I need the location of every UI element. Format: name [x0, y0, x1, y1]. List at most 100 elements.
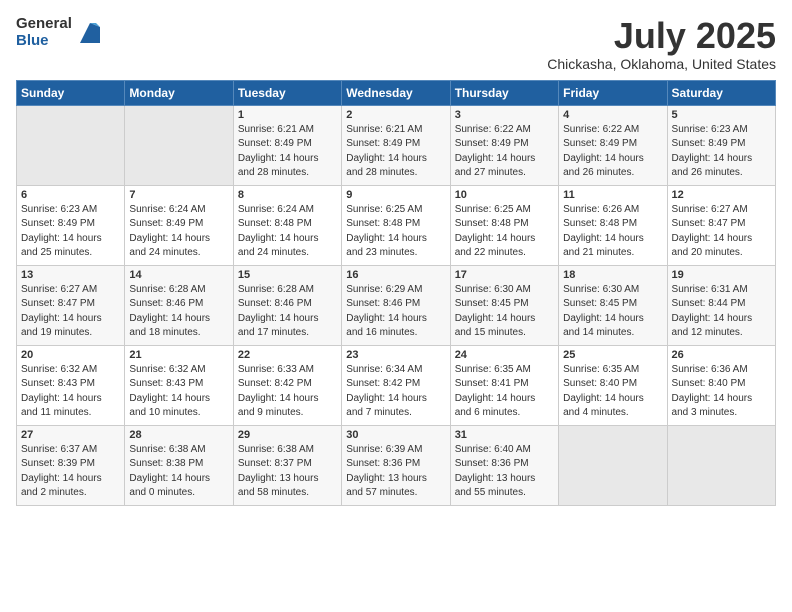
calendar-cell: 7 Sunrise: 6:24 AM Sunset: 8:49 PM Daylig…: [125, 185, 233, 265]
calendar-week-row: 6 Sunrise: 6:23 AM Sunset: 8:49 PM Daylig…: [17, 185, 776, 265]
day-number: 9: [346, 189, 445, 201]
title-block: July 2025 Chickasha, Oklahoma, United St…: [547, 16, 776, 72]
day-number: 3: [455, 109, 554, 121]
day-info: Sunrise: 6:34 AM Sunset: 8:42 PM Dayligh…: [346, 363, 445, 421]
day-number: 13: [21, 269, 120, 281]
day-number: 22: [238, 349, 337, 361]
day-info: Sunrise: 6:31 AM Sunset: 8:44 PM Dayligh…: [672, 283, 771, 341]
calendar-body: 1 Sunrise: 6:21 AM Sunset: 8:49 PM Daylig…: [17, 105, 776, 505]
day-number: 1: [238, 109, 337, 121]
day-number: 7: [129, 189, 228, 201]
weekday-header: Saturday: [667, 80, 775, 105]
calendar-cell: 17 Sunrise: 6:30 AM Sunset: 8:45 PM Dayli…: [450, 265, 558, 345]
calendar-container: General Blue July 2025 Chickasha, Oklaho…: [0, 0, 792, 518]
weekday-header: Tuesday: [233, 80, 341, 105]
calendar-cell: 8 Sunrise: 6:24 AM Sunset: 8:48 PM Daylig…: [233, 185, 341, 265]
calendar-cell: 26 Sunrise: 6:36 AM Sunset: 8:40 PM Dayli…: [667, 345, 775, 425]
day-info: Sunrise: 6:27 AM Sunset: 8:47 PM Dayligh…: [21, 283, 120, 341]
calendar-cell: 14Sunrise: 6:28 AM Sunset: 8:46 PM Dayli…: [125, 265, 233, 345]
day-number: 16: [346, 269, 445, 281]
day-number: 4: [563, 109, 662, 121]
calendar-cell: [125, 105, 233, 185]
calendar-cell: [667, 425, 775, 505]
day-info: Sunrise: 6:29 AM Sunset: 8:46 PM Dayligh…: [346, 283, 445, 341]
calendar-cell: 12Sunrise: 6:27 AM Sunset: 8:47 PM Dayli…: [667, 185, 775, 265]
day-info: Sunrise: 6:23 AM Sunset: 8:49 PM Dayligh…: [21, 203, 120, 261]
day-number: 14: [129, 269, 228, 281]
day-info: Sunrise: 6:35 AM Sunset: 8:41 PM Dayligh…: [455, 363, 554, 421]
day-info: Sunrise: 6:24 AM Sunset: 8:49 PM Dayligh…: [129, 203, 228, 261]
calendar-cell: 3 Sunrise: 6:22 AM Sunset: 8:49 PM Daylig…: [450, 105, 558, 185]
month-title: July 2025: [547, 16, 776, 56]
location: Chickasha, Oklahoma, United States: [547, 56, 776, 72]
day-number: 27: [21, 429, 120, 441]
day-info: Sunrise: 6:35 AM Sunset: 8:40 PM Dayligh…: [563, 363, 662, 421]
day-info: Sunrise: 6:30 AM Sunset: 8:45 PM Dayligh…: [455, 283, 554, 341]
day-info: Sunrise: 6:33 AM Sunset: 8:42 PM Dayligh…: [238, 363, 337, 421]
day-info: Sunrise: 6:36 AM Sunset: 8:40 PM Dayligh…: [672, 363, 771, 421]
day-info: Sunrise: 6:24 AM Sunset: 8:48 PM Dayligh…: [238, 203, 337, 261]
calendar-cell: 5 Sunrise: 6:23 AM Sunset: 8:49 PM Daylig…: [667, 105, 775, 185]
day-number: 12: [672, 189, 771, 201]
day-number: 31: [455, 429, 554, 441]
weekday-header: Thursday: [450, 80, 558, 105]
day-info: Sunrise: 6:40 AM Sunset: 8:36 PM Dayligh…: [455, 443, 554, 501]
calendar-cell: 23Sunrise: 6:34 AM Sunset: 8:42 PM Dayli…: [342, 345, 450, 425]
day-number: 29: [238, 429, 337, 441]
calendar-cell: 27 Sunrise: 6:37 AM Sunset: 8:39 PM Dayli…: [17, 425, 125, 505]
calendar-cell: 16 Sunrise: 6:29 AM Sunset: 8:46 PM Dayli…: [342, 265, 450, 345]
weekday-header: Friday: [559, 80, 667, 105]
calendar-cell: 29Sunrise: 6:38 AM Sunset: 8:37 PM Dayli…: [233, 425, 341, 505]
day-info: Sunrise: 6:30 AM Sunset: 8:45 PM Dayligh…: [563, 283, 662, 341]
logo-icon: [76, 19, 104, 47]
calendar-cell: 11 Sunrise: 6:26 AM Sunset: 8:48 PM Dayli…: [559, 185, 667, 265]
calendar-cell: 13 Sunrise: 6:27 AM Sunset: 8:47 PM Dayli…: [17, 265, 125, 345]
weekday-header: Wednesday: [342, 80, 450, 105]
calendar-cell: 10 Sunrise: 6:25 AM Sunset: 8:48 PM Dayli…: [450, 185, 558, 265]
calendar-week-row: 27 Sunrise: 6:37 AM Sunset: 8:39 PM Dayli…: [17, 425, 776, 505]
calendar-week-row: 20 Sunrise: 6:32 AM Sunset: 8:43 PM Dayli…: [17, 345, 776, 425]
day-number: 6: [21, 189, 120, 201]
day-number: 11: [563, 189, 662, 201]
day-info: Sunrise: 6:38 AM Sunset: 8:38 PM Dayligh…: [129, 443, 228, 501]
calendar-cell: 21Sunrise: 6:32 AM Sunset: 8:43 PM Dayli…: [125, 345, 233, 425]
header-row: General Blue July 2025 Chickasha, Oklaho…: [16, 16, 776, 72]
calendar-cell: 24 Sunrise: 6:35 AM Sunset: 8:41 PM Dayli…: [450, 345, 558, 425]
calendar-cell: 9 Sunrise: 6:25 AM Sunset: 8:48 PM Daylig…: [342, 185, 450, 265]
logo-blue: Blue: [16, 33, 72, 50]
day-number: 20: [21, 349, 120, 361]
day-info: Sunrise: 6:25 AM Sunset: 8:48 PM Dayligh…: [455, 203, 554, 261]
calendar-table: SundayMondayTuesdayWednesdayThursdayFrid…: [16, 80, 776, 506]
calendar-header: SundayMondayTuesdayWednesdayThursdayFrid…: [17, 80, 776, 105]
day-info: Sunrise: 6:22 AM Sunset: 8:49 PM Dayligh…: [563, 123, 662, 181]
day-number: 18: [563, 269, 662, 281]
weekday-header: Sunday: [17, 80, 125, 105]
day-info: Sunrise: 6:32 AM Sunset: 8:43 PM Dayligh…: [21, 363, 120, 421]
weekday-row: SundayMondayTuesdayWednesdayThursdayFrid…: [17, 80, 776, 105]
day-number: 10: [455, 189, 554, 201]
day-info: Sunrise: 6:21 AM Sunset: 8:49 PM Dayligh…: [238, 123, 337, 181]
day-number: 24: [455, 349, 554, 361]
calendar-cell: 22 Sunrise: 6:33 AM Sunset: 8:42 PM Dayli…: [233, 345, 341, 425]
day-info: Sunrise: 6:25 AM Sunset: 8:48 PM Dayligh…: [346, 203, 445, 261]
day-number: 8: [238, 189, 337, 201]
day-number: 26: [672, 349, 771, 361]
day-number: 15: [238, 269, 337, 281]
day-info: Sunrise: 6:22 AM Sunset: 8:49 PM Dayligh…: [455, 123, 554, 181]
calendar-week-row: 1 Sunrise: 6:21 AM Sunset: 8:49 PM Daylig…: [17, 105, 776, 185]
day-number: 5: [672, 109, 771, 121]
calendar-cell: 15Sunrise: 6:28 AM Sunset: 8:46 PM Dayli…: [233, 265, 341, 345]
day-number: 17: [455, 269, 554, 281]
day-info: Sunrise: 6:26 AM Sunset: 8:48 PM Dayligh…: [563, 203, 662, 261]
day-info: Sunrise: 6:37 AM Sunset: 8:39 PM Dayligh…: [21, 443, 120, 501]
day-info: Sunrise: 6:23 AM Sunset: 8:49 PM Dayligh…: [672, 123, 771, 181]
calendar-cell: 4 Sunrise: 6:22 AM Sunset: 8:49 PM Daylig…: [559, 105, 667, 185]
calendar-cell: 18 Sunrise: 6:30 AM Sunset: 8:45 PM Dayli…: [559, 265, 667, 345]
calendar-cell: [17, 105, 125, 185]
day-number: 19: [672, 269, 771, 281]
weekday-header: Monday: [125, 80, 233, 105]
calendar-cell: [559, 425, 667, 505]
day-info: Sunrise: 6:39 AM Sunset: 8:36 PM Dayligh…: [346, 443, 445, 501]
day-number: 28: [129, 429, 228, 441]
calendar-cell: 28 Sunrise: 6:38 AM Sunset: 8:38 PM Dayli…: [125, 425, 233, 505]
